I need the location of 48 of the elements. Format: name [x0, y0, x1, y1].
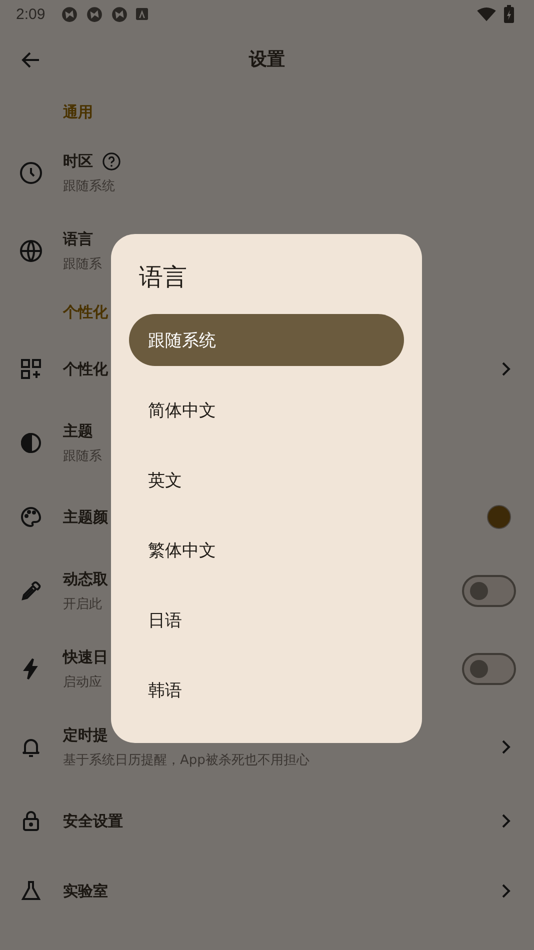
setting-description: 基于系统日历提醒，App被杀死也不用担心 — [63, 752, 310, 768]
setting-title: 主题颜 — [63, 508, 108, 526]
language-option[interactable]: 简体中文 — [129, 384, 404, 436]
clock-icon — [19, 161, 43, 185]
globe-icon — [19, 239, 43, 263]
setting-title: 快速日 — [63, 648, 108, 666]
setting-description: 跟随系 — [63, 256, 102, 272]
page-title: 设置 — [249, 48, 285, 71]
notification-icon — [136, 8, 148, 20]
toggle-switch[interactable] — [462, 653, 516, 685]
chevron-right-icon — [500, 739, 512, 755]
setting-description: 跟随系统 — [63, 178, 115, 194]
language-option[interactable]: 韩语 — [129, 664, 404, 716]
help-icon[interactable] — [102, 152, 121, 170]
chevron-right-icon — [500, 813, 512, 829]
setting-title: 个性化 — [63, 360, 108, 378]
setting-title: 语言 — [63, 230, 93, 248]
setting-title: 时区 — [63, 152, 93, 170]
setting-title: 主题 — [63, 422, 93, 440]
status-time: 2:09 — [16, 6, 46, 22]
setting-description: 跟随系 — [63, 448, 102, 464]
language-option[interactable]: 英文 — [129, 454, 404, 506]
setting-title: 实验室 — [63, 882, 108, 900]
setting-description: 启动应 — [63, 674, 102, 690]
setting-title: 安全设置 — [63, 812, 123, 830]
color-swatch[interactable] — [487, 505, 511, 529]
section-header: 个性化 — [62, 302, 108, 323]
chevron-right-icon — [500, 883, 512, 899]
language-option[interactable]: 跟随系统 — [129, 314, 404, 366]
notification-icon — [111, 6, 128, 22]
flask-icon — [19, 879, 43, 903]
palette-icon — [19, 505, 43, 529]
battery-icon — [504, 5, 514, 23]
setting-description: 开启此 — [63, 596, 102, 612]
notification-icon — [86, 6, 104, 22]
chevron-right-icon — [500, 361, 512, 377]
language-option[interactable]: 繁体中文 — [129, 524, 404, 576]
wifi-icon — [477, 6, 496, 22]
toggle-switch[interactable] — [462, 575, 516, 607]
setting-title: 动态取 — [63, 570, 108, 588]
section-header: 通用 — [62, 102, 93, 123]
grid-plus-icon — [19, 357, 43, 381]
setting-title: 定时提 — [63, 726, 108, 744]
contrast-icon — [19, 431, 43, 455]
notification-icon — [61, 6, 78, 22]
dialog-title: 语言 — [138, 262, 187, 293]
eyedropper-icon — [19, 579, 43, 603]
language-option[interactable]: 日语 — [129, 594, 404, 646]
